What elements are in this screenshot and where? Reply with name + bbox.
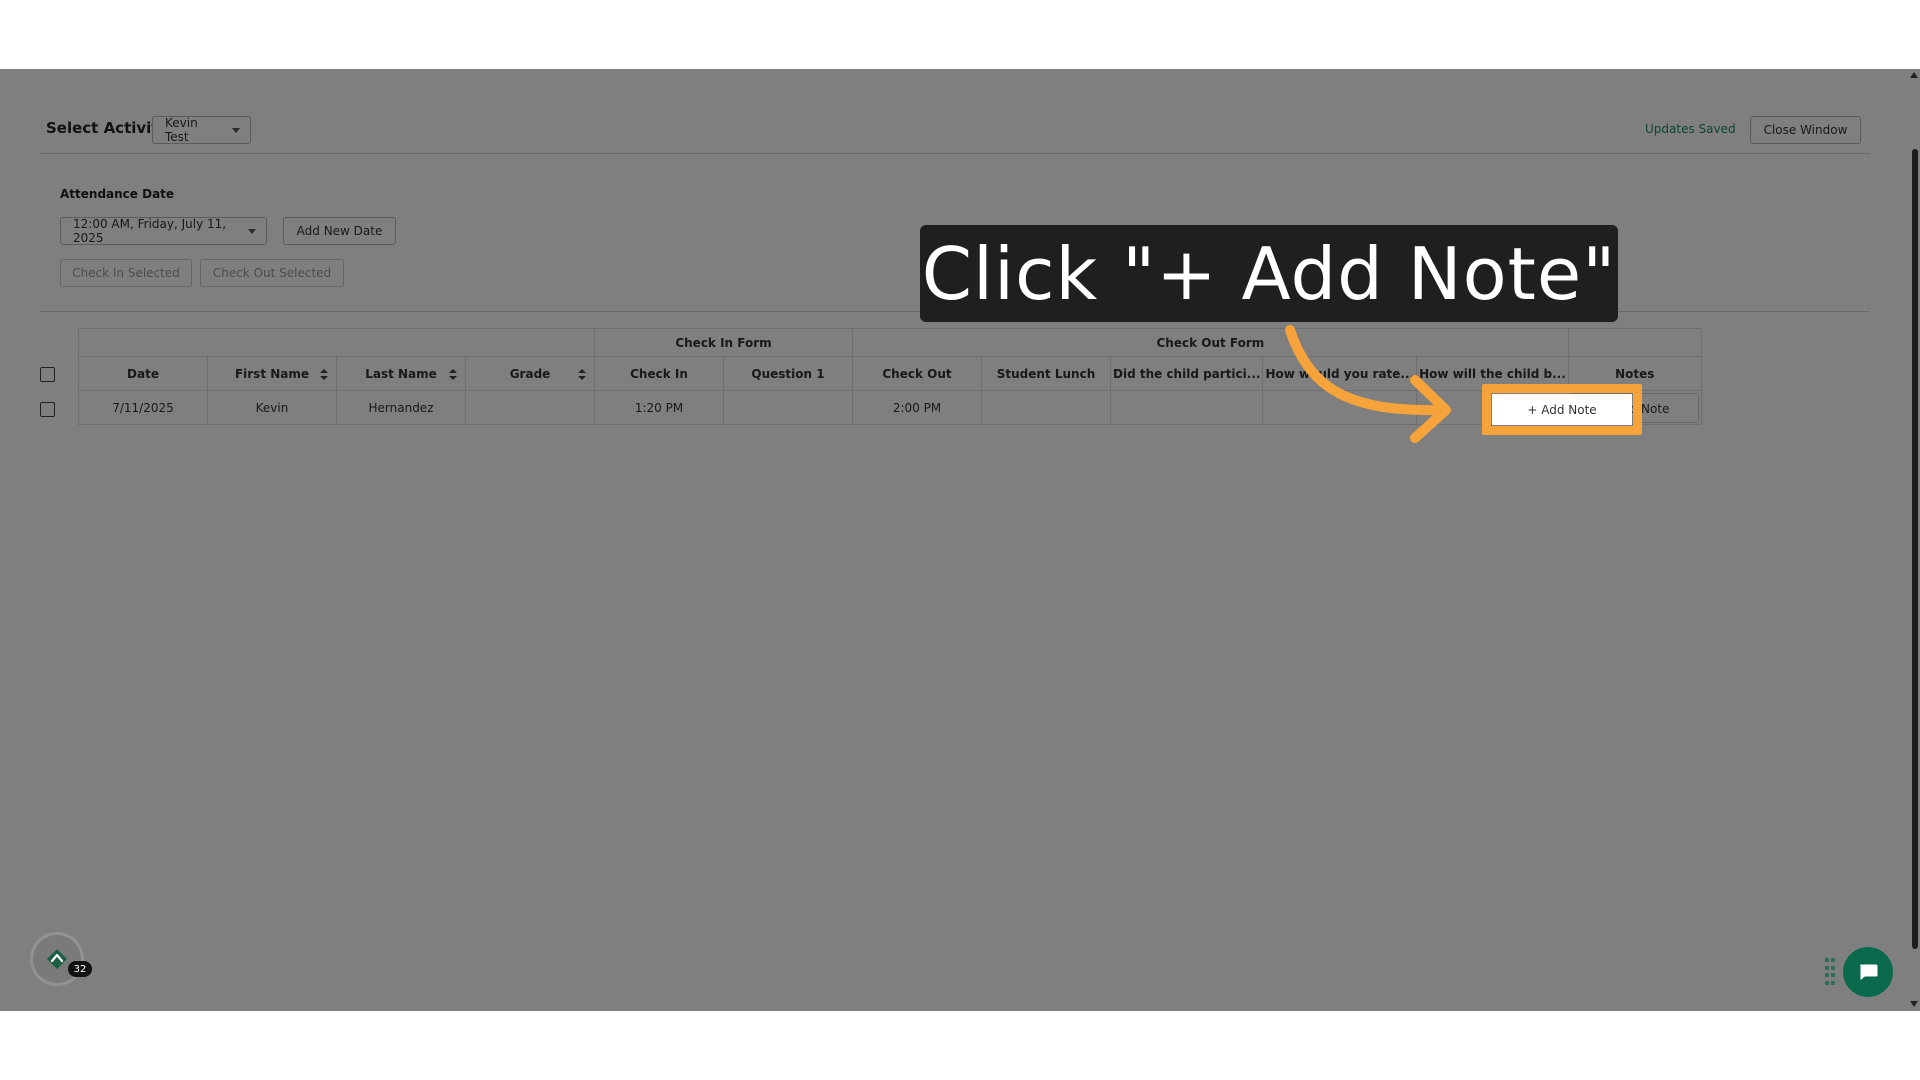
scroll-up-icon[interactable] bbox=[1910, 72, 1918, 78]
pointer-arrow-icon bbox=[1285, 325, 1451, 443]
screen: Select Activity: Kevin Test Updates Save… bbox=[0, 0, 1920, 1080]
brand-logo-icon bbox=[47, 949, 67, 969]
drag-handle-icon[interactable] bbox=[1825, 958, 1835, 986]
dim-overlay bbox=[0, 69, 1920, 1011]
chat-button[interactable] bbox=[1843, 947, 1893, 997]
scrollbar[interactable] bbox=[1908, 69, 1920, 1011]
notification-badge: 32 bbox=[68, 961, 92, 977]
chat-bubble-icon bbox=[1859, 963, 1879, 983]
scrollbar-thumb[interactable] bbox=[1912, 149, 1918, 949]
scroll-down-icon[interactable] bbox=[1910, 1001, 1918, 1007]
instruction-callout: Click "+ Add Note" bbox=[920, 225, 1618, 322]
highlight-frame bbox=[1482, 384, 1642, 435]
